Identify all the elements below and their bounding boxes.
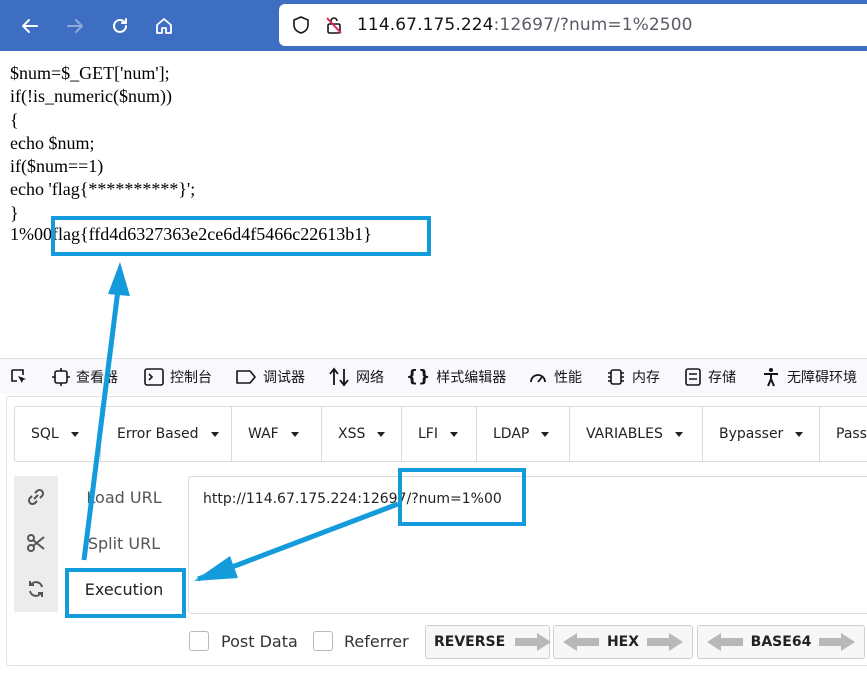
annotation-arrows [81,262,399,582]
arrow-to-flag [81,289,121,561]
arrowhead-flag [108,262,130,296]
arrowhead-execution [194,556,238,581]
